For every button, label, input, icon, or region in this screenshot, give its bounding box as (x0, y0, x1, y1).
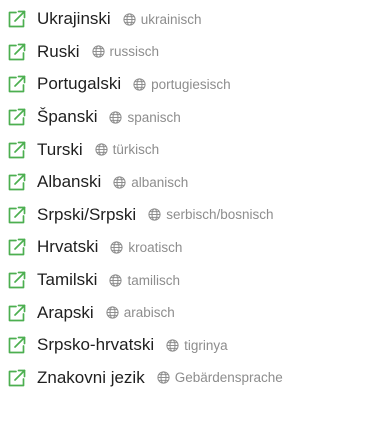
language-name[interactable]: Srpski/Srpski (37, 205, 136, 225)
globe-icon (106, 306, 119, 319)
external-link-icon[interactable] (6, 139, 28, 161)
globe-icon (109, 110, 123, 124)
language-native: spanisch (109, 109, 181, 125)
language-native: tamilisch (109, 273, 180, 288)
language-item[interactable]: Ruski russisch (6, 36, 367, 69)
language-native-label: tamilisch (127, 272, 180, 288)
external-link-icon[interactable] (6, 334, 28, 356)
language-native: serbisch/bosnisch (148, 207, 274, 223)
language-name[interactable]: Portugalski (37, 74, 121, 94)
globe-icon (95, 143, 108, 156)
language-native: türkisch (95, 142, 160, 158)
external-link-icon[interactable] (6, 41, 28, 63)
language-name[interactable]: Srpsko-hrvatski (37, 335, 154, 355)
language-name[interactable]: Tamilski (37, 270, 97, 290)
language-native-label: spanisch (127, 109, 181, 125)
language-item[interactable]: Tamilski tamilisch (6, 264, 367, 297)
language-name[interactable]: Znakovni jezik (37, 368, 145, 388)
language-native-label: russisch (109, 44, 160, 60)
language-name[interactable]: Španski (37, 107, 97, 127)
language-name[interactable]: Arapski (37, 303, 94, 323)
language-name[interactable]: Ukrajinski (37, 9, 111, 29)
language-item[interactable]: Arapski arabisch (6, 296, 367, 329)
language-native-label: arabisch (123, 305, 175, 321)
language-name[interactable]: Hrvatski (37, 237, 98, 257)
language-item[interactable]: Albanski albanisch (6, 166, 367, 199)
language-name[interactable]: Ruski (37, 42, 80, 62)
external-link-icon[interactable] (6, 269, 28, 291)
language-item[interactable]: Srpsko-hrvatski tigrinya (6, 329, 367, 362)
globe-icon (109, 273, 123, 287)
external-link-icon[interactable] (6, 367, 28, 389)
language-item[interactable]: Portugalski portugiesisch (6, 68, 367, 101)
language-item[interactable]: Znakovni jezik Gebärdensprache (6, 362, 367, 395)
language-native: ukrainisch (123, 11, 202, 27)
language-native: Gebärdensprache (157, 370, 283, 385)
language-item[interactable]: Srpski/Srpski serbisch/bosnisch (6, 199, 367, 232)
external-link-icon[interactable] (6, 302, 28, 324)
globe-icon (157, 371, 170, 384)
language-native-label: albanisch (131, 174, 189, 190)
language-item[interactable]: Hrvatski kroatisch (6, 231, 367, 264)
language-native-label: türkisch (112, 142, 160, 158)
language-native: kroatisch (110, 240, 182, 255)
language-native: russisch (91, 44, 160, 60)
language-native-label: tigrinya (184, 337, 228, 353)
external-link-icon[interactable] (6, 106, 28, 128)
globe-icon (166, 339, 179, 352)
language-native-label: kroatisch (128, 239, 183, 255)
language-name[interactable]: Albanski (37, 172, 101, 192)
external-link-icon[interactable] (6, 236, 28, 258)
language-native: albanisch (113, 175, 188, 190)
language-native: tigrinya (166, 338, 228, 353)
language-item[interactable]: Španski spanisch (6, 101, 367, 134)
globe-icon (91, 45, 105, 58)
language-item[interactable]: Ukrajinski ukrainisch (6, 3, 367, 36)
globe-icon (110, 241, 124, 254)
language-native: portugiesisch (133, 77, 231, 92)
language-name[interactable]: Turski (37, 140, 83, 160)
language-list: Ukrajinski ukrainisch Ruski russisch Por… (0, 0, 367, 394)
external-link-icon[interactable] (6, 73, 28, 95)
language-native-label: portugiesisch (151, 76, 231, 92)
external-link-icon[interactable] (6, 8, 28, 30)
language-native-label: Gebärdensprache (174, 370, 283, 386)
globe-icon (148, 208, 161, 221)
globe-icon (123, 13, 136, 26)
globe-icon (113, 176, 126, 189)
language-native: arabisch (106, 305, 175, 320)
language-native-label: serbisch/bosnisch (166, 207, 274, 223)
language-item[interactable]: Turski türkisch (6, 133, 367, 166)
external-link-icon[interactable] (6, 204, 28, 226)
globe-icon (133, 78, 146, 91)
language-native-label: ukrainisch (140, 11, 202, 27)
external-link-icon[interactable] (6, 171, 28, 193)
